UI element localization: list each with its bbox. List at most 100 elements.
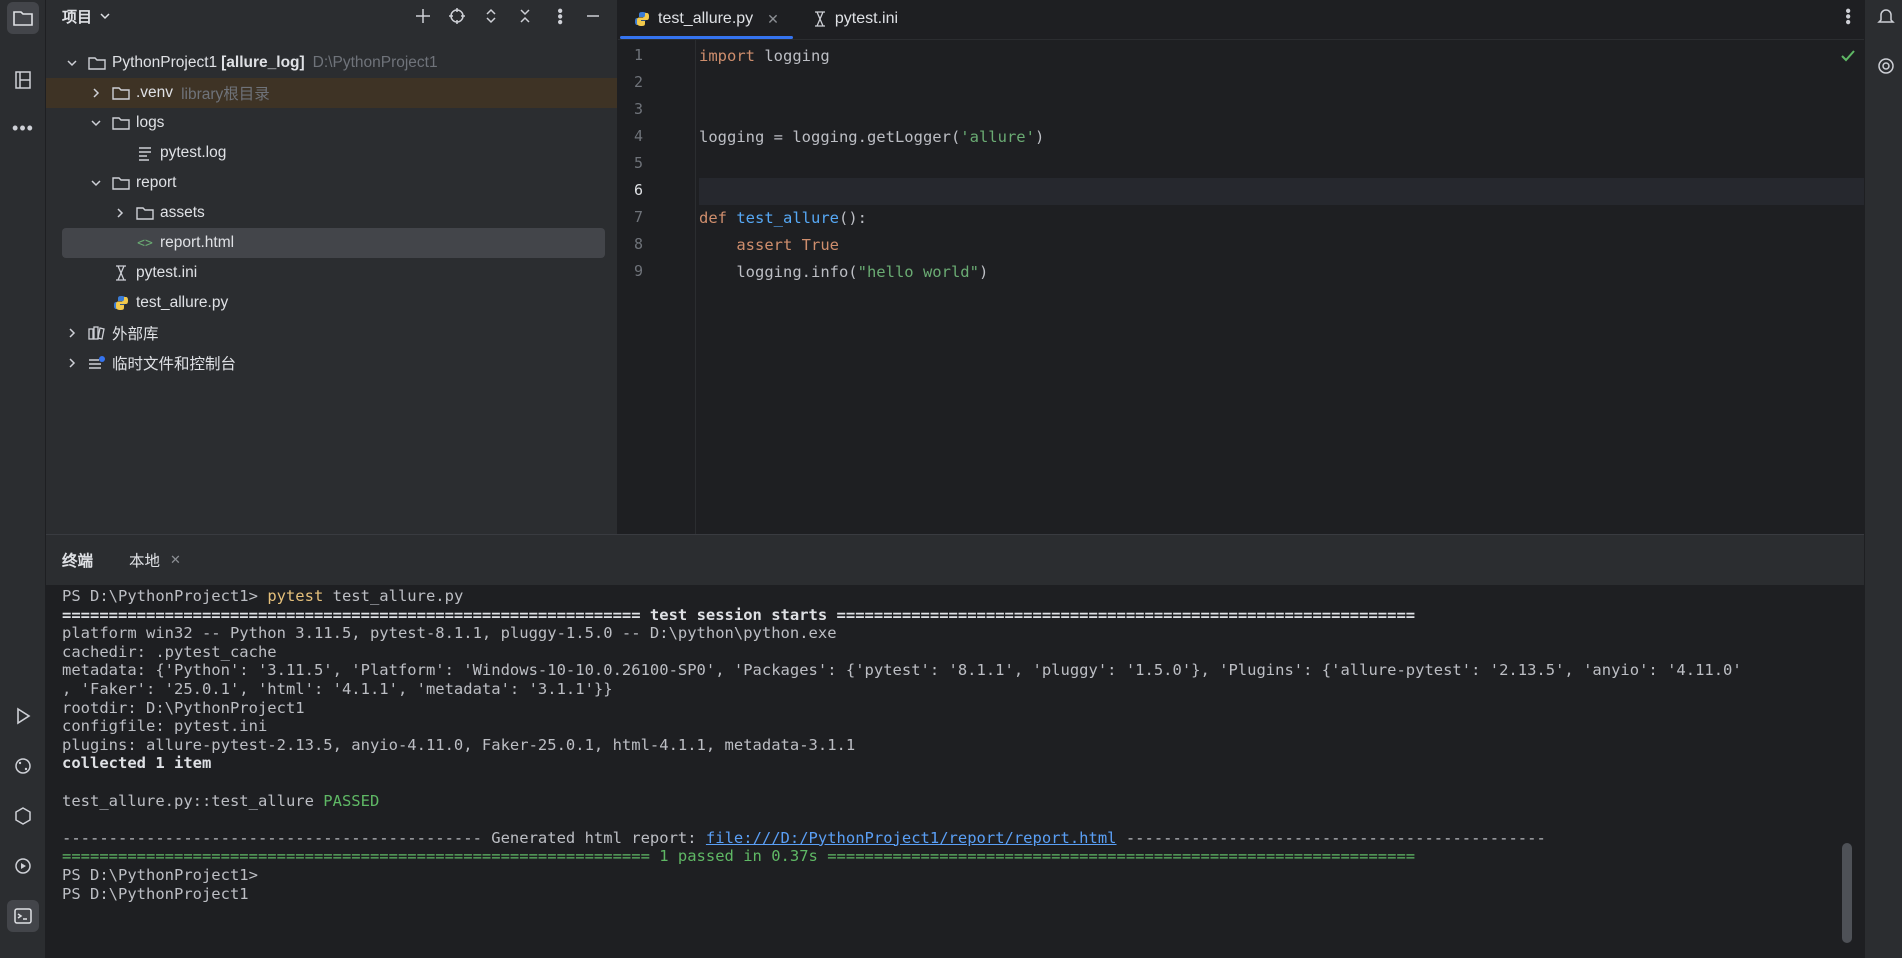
terminal-text: 1 passed — [659, 847, 734, 866]
tree-item-pytest-log[interactable]: pytest.log — [46, 138, 605, 168]
options-icon[interactable]: ••• — [547, 4, 571, 28]
code-line[interactable]: import logging — [699, 43, 1864, 70]
locate-file-icon[interactable] — [445, 4, 469, 28]
tree-item-venv[interactable]: .venv library根目录 — [46, 78, 617, 108]
code-line[interactable]: assert True — [699, 232, 1864, 259]
line-number: 8 — [634, 235, 644, 253]
tab-options-icon[interactable]: ••• — [1839, 8, 1856, 29]
code-token: "hello world" — [857, 263, 979, 281]
code-line[interactable]: logging = logging.getLogger('allure') — [699, 124, 1864, 151]
close-icon[interactable]: ✕ — [170, 552, 181, 568]
close-icon[interactable]: ✕ — [767, 11, 779, 28]
notifications-button[interactable] — [1870, 0, 1902, 32]
collapse-all-icon[interactable] — [513, 4, 537, 28]
ai-assistant-button[interactable] — [1870, 50, 1902, 82]
terminal-text: test session starts — [649, 605, 828, 624]
code-line[interactable] — [699, 178, 1864, 205]
report-link[interactable]: file:///D:/PythonProject1/report/report.… — [706, 829, 1117, 847]
terminal-tabs: 终端 本地 ✕ — [46, 535, 1864, 585]
code-token: (): — [838, 209, 867, 227]
folder-icon — [112, 174, 130, 192]
line-number: 4 — [634, 127, 644, 145]
tree-item-report-html[interactable]: <> report.html — [62, 228, 605, 258]
code-token: ) — [978, 263, 989, 281]
tab-pytest-ini[interactable]: pytest.ini — [799, 0, 912, 39]
tree-item-label: pytest.ini — [136, 264, 198, 281]
code-line[interactable] — [699, 97, 1864, 124]
config-file-icon — [112, 264, 130, 282]
terminal-line: PS D:\PythonProject1> pytest test_allure… — [62, 587, 463, 606]
terminal-title[interactable]: 终端 — [62, 549, 93, 571]
folder-icon — [112, 114, 130, 132]
code-line[interactable] — [699, 151, 1864, 178]
code-token: logging.info( — [699, 263, 858, 281]
terminal-line: PS D:\PythonProject1 — [62, 885, 249, 904]
chevron-down-icon[interactable] — [88, 175, 104, 191]
code-token: logging = logging.getLogger( — [699, 128, 961, 146]
chevron-right-icon[interactable] — [112, 205, 128, 221]
tree-item-label: 临时文件和控制台 — [112, 356, 237, 373]
no-problems-check-icon[interactable] — [1840, 48, 1856, 68]
tree-item-report[interactable]: report — [46, 168, 605, 198]
services-icon — [15, 858, 31, 874]
tab-label: pytest.ini — [834, 10, 899, 27]
folder-icon — [13, 11, 33, 26]
terminal-text: PS D:\PythonProject1> — [62, 587, 268, 605]
python-console-icon — [15, 758, 31, 774]
chevron-down-icon[interactable] — [64, 55, 80, 71]
tree-item-label: PythonProject1 — [112, 54, 218, 71]
scratches-icon — [88, 354, 106, 372]
hide-panel-icon[interactable] — [581, 4, 605, 28]
chevron-down-icon[interactable] — [98, 9, 112, 23]
expand-all-icon[interactable] — [479, 4, 503, 28]
text-file-icon — [136, 144, 154, 162]
editor: test_allure.py ✕ pytest.ini ••• 1 2 3 4 … — [618, 0, 1864, 534]
terminal-line: metadata: {'Python': '3.11.5', 'Platform… — [62, 661, 1742, 680]
terminal-output[interactable]: PS D:\PythonProject1> pytest test_allure… — [62, 585, 1824, 958]
terminal-text: PASSED — [323, 791, 380, 810]
services-tool-button[interactable] — [7, 850, 39, 882]
structure-tool-button[interactable] — [7, 64, 39, 96]
terminal-text: rootdir: D:\PythonProject1 — [62, 698, 305, 717]
tree-item-label: report — [136, 174, 177, 191]
chevron-right-icon[interactable] — [64, 355, 80, 371]
tree-item-external-libraries[interactable]: 外部库 — [46, 318, 605, 348]
terminal-text: ----------------------------------------… — [1116, 828, 1546, 847]
tree-item-pytest-ini[interactable]: pytest.ini — [46, 258, 605, 288]
ai-assistant-icon — [1878, 58, 1894, 74]
project-tool-button[interactable] — [7, 2, 39, 34]
terminal-line: cachedir: .pytest_cache — [62, 643, 277, 662]
line-number: 3 — [634, 100, 644, 118]
tree-item-logs[interactable]: logs — [46, 108, 605, 138]
terminal-text: test_allure.py::test_allure — [62, 791, 324, 810]
more-tools-button[interactable]: ••• — [7, 112, 39, 144]
code-token: def — [699, 209, 737, 227]
tree-item-test-allure-py[interactable]: test_allure.py — [46, 288, 605, 318]
code-line[interactable]: logging.info("hello world") — [699, 259, 1864, 286]
folder-icon — [112, 84, 130, 102]
tab-local-terminal[interactable]: 本地 ✕ — [129, 549, 181, 571]
chevron-right-icon[interactable] — [64, 325, 80, 341]
tree-item-label: assets — [160, 204, 205, 221]
chevron-down-icon[interactable] — [88, 115, 104, 131]
tree-item-label: .venv — [136, 84, 174, 101]
terminal-tool-button[interactable] — [7, 900, 39, 932]
library-icon — [88, 324, 106, 342]
tree-item-scratches[interactable]: 临时文件和控制台 — [46, 348, 605, 378]
tree-item-assets[interactable]: assets — [46, 198, 605, 228]
python-console-button[interactable] — [7, 750, 39, 782]
tab-test-allure-py[interactable]: test_allure.py ✕ — [620, 0, 793, 39]
tree-item-project-root[interactable]: PythonProject1 [allure_log] D:\PythonPro… — [46, 48, 605, 78]
code-token: test_allure — [736, 209, 839, 227]
terminal-text: plugins: allure-pytest-2.13.5, anyio-4.1… — [62, 735, 856, 754]
project-panel-title[interactable]: 项目 — [62, 6, 92, 27]
python-packages-button[interactable] — [7, 800, 39, 832]
code-line[interactable]: def test_allure(): — [699, 205, 1864, 232]
terminal-scrollbar[interactable] — [1842, 843, 1852, 943]
code-line[interactable] — [699, 70, 1864, 97]
python-file-icon — [112, 294, 130, 312]
chevron-right-icon[interactable] — [88, 85, 104, 101]
new-file-icon[interactable] — [411, 4, 435, 28]
code-token: assert — [699, 236, 802, 254]
run-tool-button[interactable] — [7, 700, 39, 732]
